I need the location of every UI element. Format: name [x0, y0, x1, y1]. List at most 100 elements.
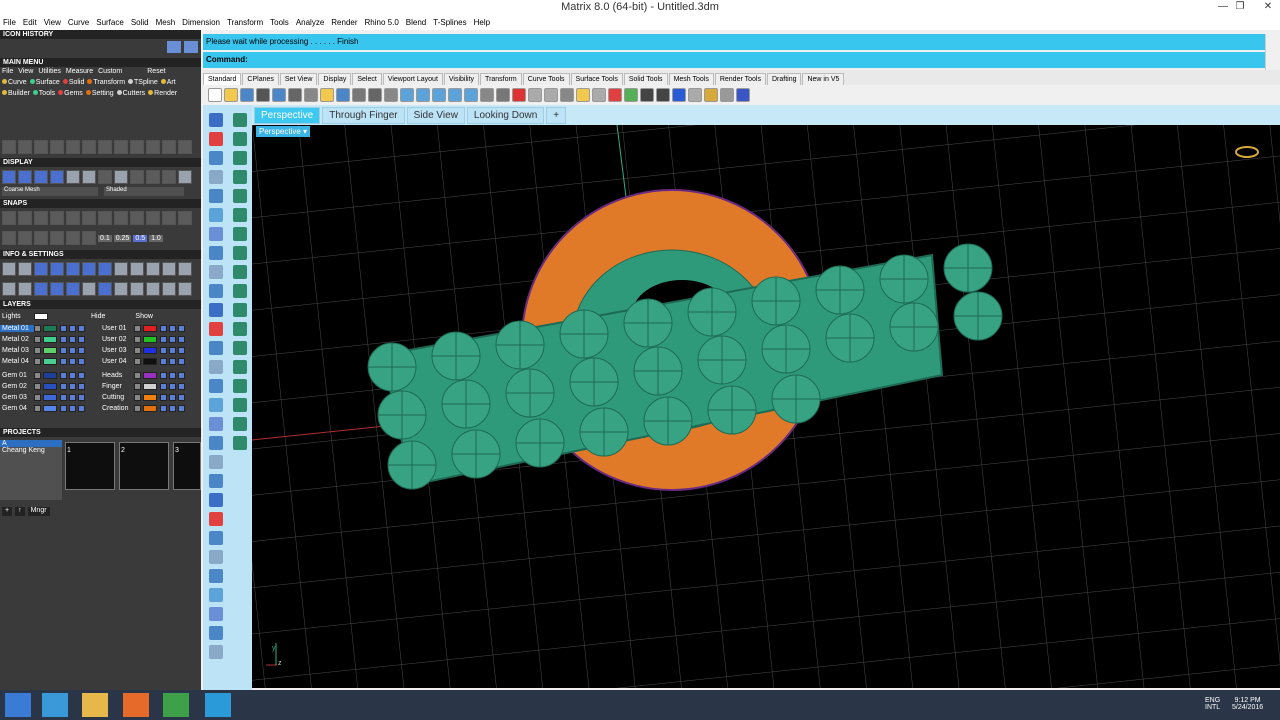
menu-blend[interactable]: Blend [406, 18, 426, 27]
layer-row[interactable]: User 03 [100, 345, 200, 356]
perspective-viewport[interactable]: y z Perspective ▾ [252, 125, 1280, 688]
toolbox-tool-icon[interactable] [209, 265, 223, 279]
layer-row[interactable]: Metal 03 [0, 345, 100, 356]
layer-color-swatch[interactable] [143, 383, 157, 390]
display-icon[interactable] [82, 170, 96, 184]
restore-button[interactable]: ❐ [1230, 0, 1250, 14]
info-icon[interactable] [130, 262, 144, 276]
layer-option-toggle[interactable] [169, 358, 176, 365]
layer-option-toggle[interactable] [178, 372, 185, 379]
mm-setting[interactable]: Setting [85, 90, 114, 97]
snap-icon[interactable] [114, 211, 128, 225]
layer-name[interactable]: User 02 [100, 336, 134, 343]
start-icon[interactable] [5, 693, 31, 717]
toolbox-tool-icon[interactable] [233, 265, 247, 279]
layer-visibility-toggle[interactable] [134, 372, 141, 379]
layer-name[interactable]: Heads [100, 372, 134, 379]
mm-cutters[interactable]: Cutters [116, 90, 145, 97]
tool-icon[interactable] [98, 140, 112, 154]
toolbox-tool-icon[interactable] [233, 284, 247, 298]
tool-icon[interactable] [82, 140, 96, 154]
toolbox-tool-icon[interactable] [209, 626, 223, 640]
firefox-icon[interactable] [123, 693, 149, 717]
toolbar-tool-icon[interactable] [416, 88, 430, 102]
lights-color[interactable] [34, 313, 48, 320]
toolbar-tool-icon[interactable] [624, 88, 638, 102]
clock[interactable]: 9:12 PM 5/24/2016 [1232, 697, 1263, 711]
layer-option-toggle[interactable] [178, 325, 185, 332]
toolbox-tool-icon[interactable] [209, 284, 223, 298]
project-thumb-3[interactable]: 3 [173, 442, 201, 490]
info-icon[interactable] [50, 282, 64, 296]
snap-icon[interactable] [130, 211, 144, 225]
layer-color-swatch[interactable] [143, 405, 157, 412]
toolbar-tool-icon[interactable] [736, 88, 750, 102]
toolbox-tool-icon[interactable] [233, 379, 247, 393]
hide-toggle[interactable]: Hide [91, 313, 105, 320]
toolbar-tab-7[interactable]: Transform [480, 73, 522, 85]
toolbar-tool-icon[interactable] [464, 88, 478, 102]
toolbox-tool-icon[interactable] [209, 360, 223, 374]
layer-row[interactable]: Cutting [100, 392, 200, 403]
layer-option-toggle[interactable] [160, 372, 167, 379]
toolbox-tool-icon[interactable] [209, 379, 223, 393]
info-icon[interactable] [18, 282, 32, 296]
layer-option-toggle[interactable] [69, 394, 76, 401]
menu-surface[interactable]: Surface [96, 18, 124, 27]
layer-color-swatch[interactable] [43, 358, 57, 365]
toolbox-tool-icon[interactable] [233, 360, 247, 374]
info-icon[interactable] [146, 262, 160, 276]
layer-name[interactable]: Metal 04 [0, 358, 34, 365]
display-icon[interactable] [98, 170, 112, 184]
layer-option-toggle[interactable] [169, 347, 176, 354]
layer-visibility-toggle[interactable] [134, 383, 141, 390]
toolbox-tool-icon[interactable] [209, 322, 223, 336]
layer-name[interactable]: User 01 [100, 325, 134, 332]
toolbox-tool-icon[interactable] [233, 132, 247, 146]
layer-visibility-toggle[interactable] [34, 405, 41, 412]
layer-option-toggle[interactable] [78, 347, 85, 354]
snap-value-4[interactable]: 1.0 [149, 234, 163, 242]
toolbox-tool-icon[interactable] [233, 227, 247, 241]
toolbox-tool-icon[interactable] [233, 417, 247, 431]
layer-name[interactable]: Gem 04 [0, 405, 34, 412]
up-project-button[interactable]: ↑ [15, 507, 25, 516]
layer-option-toggle[interactable] [78, 325, 85, 332]
info-icon[interactable] [162, 262, 176, 276]
chrome-icon[interactable] [163, 693, 189, 717]
layer-option-toggle[interactable] [169, 336, 176, 343]
layer-name[interactable]: User 04 [100, 358, 134, 365]
manager-button[interactable]: Mngr [27, 507, 50, 516]
layer-visibility-toggle[interactable] [34, 325, 41, 332]
toolbar-tab-3[interactable]: Display [318, 73, 352, 85]
layer-color-swatch[interactable] [143, 358, 157, 365]
history-back-icon[interactable] [167, 41, 181, 53]
toolbox-tool-icon[interactable] [209, 512, 223, 526]
browser-ie-icon[interactable] [42, 693, 68, 717]
mm-tools[interactable]: Tools [32, 90, 55, 97]
snap-icon[interactable] [34, 231, 48, 245]
layer-color-swatch[interactable] [43, 372, 57, 379]
toolbar-tab-12[interactable]: Render Tools [714, 73, 766, 85]
toolbox-tool-icon[interactable] [209, 531, 223, 545]
toolbox-tool-icon[interactable] [209, 170, 223, 184]
layer-option-toggle[interactable] [69, 325, 76, 332]
toolbar-tool-icon[interactable] [720, 88, 734, 102]
toolbox-tool-icon[interactable] [209, 151, 223, 165]
toolbox-tool-icon[interactable] [209, 341, 223, 355]
layer-name[interactable]: User 03 [100, 347, 134, 354]
info-icon[interactable] [162, 282, 176, 296]
toolbox-tool-icon[interactable] [233, 436, 247, 450]
snap-icon[interactable] [34, 211, 48, 225]
display-icon[interactable] [178, 170, 192, 184]
layer-option-toggle[interactable] [60, 325, 67, 332]
snap-icon[interactable] [18, 231, 32, 245]
layer-option-toggle[interactable] [178, 358, 185, 365]
toolbar-tool-icon[interactable] [448, 88, 462, 102]
toolbar-tab-5[interactable]: Viewport Layout [382, 73, 443, 85]
command-scrollbar[interactable] [1265, 34, 1280, 70]
toolbox-tool-icon[interactable] [209, 493, 223, 507]
toolbar-tool-icon[interactable] [384, 88, 398, 102]
toolbar-tab-4[interactable]: Select [352, 73, 382, 85]
matrix-app-icon[interactable] [205, 693, 231, 717]
